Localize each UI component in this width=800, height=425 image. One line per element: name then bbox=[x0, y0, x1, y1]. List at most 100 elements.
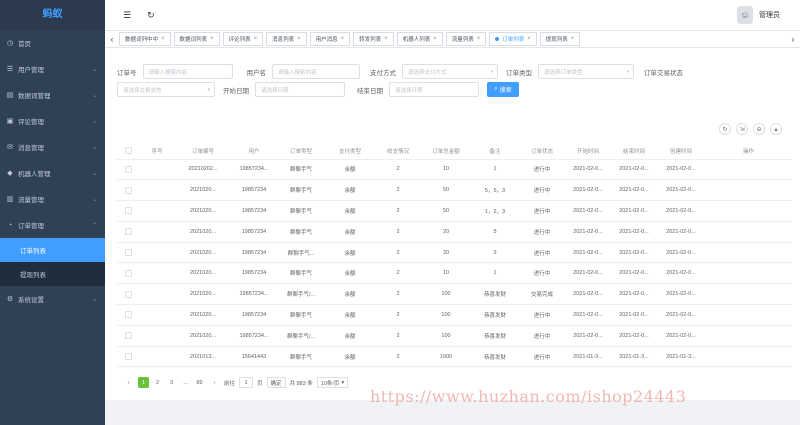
table-cell: 余额 bbox=[325, 200, 375, 222]
row-checkbox[interactable] bbox=[124, 186, 132, 194]
row-select-cell bbox=[117, 304, 139, 326]
row-select-cell bbox=[117, 283, 139, 306]
close-icon[interactable]: × bbox=[341, 36, 345, 42]
tabs-prev-icon[interactable]: ‹ bbox=[105, 35, 119, 44]
table-row[interactable]: 20210202... 19857234... 群聊手气 余额 2 10 1 进行中 2021-… bbox=[117, 159, 792, 181]
sidebar-item[interactable]: ▣ 评论管理 ⌄ bbox=[0, 108, 105, 134]
tab[interactable]: 数据词列中中 × bbox=[119, 32, 171, 46]
close-icon[interactable]: × bbox=[297, 36, 301, 42]
columns-icon[interactable]: ⊖ bbox=[753, 123, 765, 135]
tab[interactable]: 数据词列表 × bbox=[173, 32, 220, 46]
tab[interactable]: 机器人列表 × bbox=[396, 32, 443, 46]
close-icon[interactable]: × bbox=[384, 36, 388, 42]
sidebar-subitem[interactable]: 订单列表 bbox=[0, 238, 105, 262]
tab[interactable]: 转发列表 × bbox=[353, 32, 394, 46]
sidebar-item-label: 系统设置 bbox=[18, 297, 44, 304]
goto-confirm-button[interactable]: 确定 bbox=[266, 377, 286, 388]
table-cell: 2 bbox=[375, 262, 421, 285]
sidebar-item-settings[interactable]: ⚙ 系统设置 ⌄ bbox=[0, 286, 105, 312]
table-row[interactable]: 2021020... 19857234 群聊手气... 余额 2 20 3 进行中 2021-0… bbox=[117, 242, 792, 264]
page-number[interactable]: 2 bbox=[152, 377, 163, 388]
user-name[interactable]: 管理员 bbox=[759, 10, 780, 20]
row-checkbox[interactable] bbox=[124, 249, 132, 257]
row-select-cell bbox=[117, 325, 139, 347]
tab[interactable]: 订单列表 × bbox=[489, 32, 537, 46]
select-all-checkbox[interactable] bbox=[124, 147, 132, 155]
avatar[interactable]: ☺ bbox=[737, 6, 753, 24]
table-cell: 进行中 bbox=[519, 242, 565, 264]
table-row[interactable]: 2021020... 19857234 群聊手气 余额 2 50 5，5，3 进行中 2021-… bbox=[117, 179, 792, 202]
order-no-input[interactable]: 请输入搜索内容 bbox=[142, 64, 233, 79]
pay-select[interactable]: 请选择支付方式 ▾ bbox=[402, 64, 498, 79]
table-cell bbox=[705, 325, 792, 347]
row-checkbox[interactable] bbox=[124, 332, 132, 340]
page-number[interactable]: 3 bbox=[166, 377, 177, 388]
user-input[interactable]: 请输入搜索内容 bbox=[272, 64, 360, 79]
table-row[interactable]: 2021020... 19857234 群聊手气 余额 2 10 1 进行中 2021-02-0… bbox=[117, 262, 792, 285]
prev-page-icon[interactable]: ‹ bbox=[123, 377, 134, 388]
close-icon[interactable]: × bbox=[477, 36, 481, 42]
tab[interactable]: 消息列表 × bbox=[266, 32, 307, 46]
sidebar-item[interactable]: ◔ 订单管理 ⌃ bbox=[0, 212, 105, 238]
row-checkbox[interactable] bbox=[124, 165, 132, 173]
close-icon[interactable]: × bbox=[210, 36, 214, 42]
page-number[interactable]: 1 bbox=[138, 377, 149, 388]
tab[interactable]: 提现列表 × bbox=[539, 32, 581, 46]
table-row[interactable]: 2021020... 19857234... 群聊手气/... 余额 2 100 恭喜发财交… bbox=[117, 283, 792, 306]
table-row[interactable]: 2021020... 19857234 群聊手气 余额 2 100 恭喜发财 进行中 2021-… bbox=[117, 304, 792, 326]
menu-toggle-icon[interactable]: ☰ bbox=[123, 10, 131, 21]
goto-page-input[interactable]: 1 bbox=[239, 377, 254, 388]
close-icon[interactable]: × bbox=[161, 36, 165, 42]
row-select-cell bbox=[117, 200, 139, 222]
table-cell bbox=[139, 304, 175, 326]
row-checkbox[interactable] bbox=[124, 269, 132, 277]
close-icon[interactable]: × bbox=[527, 36, 531, 42]
table-cell: 2021020... bbox=[175, 325, 231, 347]
sidebar-item[interactable]: ◆ 机器人管理 ⌄ bbox=[0, 160, 105, 186]
refresh-icon[interactable]: ↻ bbox=[147, 10, 155, 21]
page-number[interactable]: ... bbox=[180, 377, 191, 388]
tab[interactable]: 用户消息 × bbox=[309, 32, 351, 46]
sidebar-item[interactable]: ☰ 用户管理 ⌄ bbox=[0, 56, 105, 82]
trade-status-select[interactable]: 请选择交易状态 ▾ bbox=[117, 82, 215, 97]
page-number[interactable]: 89 bbox=[194, 377, 205, 388]
close-icon[interactable]: × bbox=[433, 36, 437, 42]
tab[interactable]: 流量列表 × bbox=[445, 32, 487, 46]
export-icon[interactable]: ⇲ bbox=[736, 123, 748, 135]
page-size-select[interactable]: 10条/页 ▾ bbox=[316, 377, 349, 388]
tabs-next-icon[interactable]: › bbox=[786, 35, 800, 44]
sidebar-subitem[interactable]: 提现列表 bbox=[0, 262, 105, 286]
user-area[interactable]: ☺ 管理员 bbox=[737, 6, 780, 24]
table-cell: 2 bbox=[375, 200, 421, 222]
table-row[interactable]: 2021020... 19857234 群聊手气 余额 2 20 5 进行中 2021-02-0… bbox=[117, 221, 792, 243]
tab[interactable]: 评论列表 × bbox=[222, 32, 264, 46]
table-row[interactable]: 2021020... 19857234 群聊手气 余额 2 50 1，2，3 进行中 2021-… bbox=[117, 200, 792, 222]
close-icon[interactable]: × bbox=[254, 36, 258, 42]
row-checkbox[interactable] bbox=[124, 353, 132, 361]
next-page-icon[interactable]: › bbox=[209, 377, 220, 388]
row-checkbox[interactable] bbox=[124, 228, 132, 236]
order-type-select[interactable]: 请选择订单类型 ▾ bbox=[538, 64, 634, 79]
app-logo[interactable]: 蚂蚁 bbox=[0, 0, 105, 30]
sidebar-item[interactable]: ◷ 首页 bbox=[0, 30, 105, 56]
row-checkbox[interactable] bbox=[124, 290, 132, 298]
row-checkbox[interactable] bbox=[124, 311, 132, 319]
column-header: 操作 bbox=[705, 143, 792, 160]
table-row[interactable]: 2021013... 15641443 群聊手气 余额 2 1000 恭喜发财 进行中 2021… bbox=[117, 346, 792, 368]
print-icon[interactable]: ▴ bbox=[770, 123, 782, 135]
sidebar-item[interactable]: ▥ 流量管理 ⌄ bbox=[0, 186, 105, 212]
sidebar-item[interactable]: ▤ 数据词管理 ⌄ bbox=[0, 82, 105, 108]
search-button[interactable]: ⌕ 搜索 bbox=[487, 82, 519, 97]
table-cell: 群聊手气 bbox=[277, 200, 325, 222]
table-cell: 进行中 bbox=[519, 346, 565, 368]
row-checkbox[interactable] bbox=[124, 207, 132, 215]
end-date-input[interactable]: 请选择日期 bbox=[389, 82, 479, 97]
top-header: ☰ ↻ ☺ 管理员 bbox=[105, 0, 800, 30]
start-date-input[interactable]: 请选择日期 bbox=[255, 82, 345, 97]
table-cell: 50 bbox=[421, 179, 471, 202]
table-row[interactable]: 2021020... 19857234... 群聊手气/... 余额 2 100 恭喜发财进… bbox=[117, 325, 792, 347]
sidebar-item[interactable]: ✉ 消息管理 ⌄ bbox=[0, 134, 105, 160]
refresh-icon[interactable]: ↻ bbox=[719, 123, 731, 135]
close-icon[interactable]: × bbox=[571, 36, 575, 42]
table-cell: 2 bbox=[375, 221, 421, 243]
